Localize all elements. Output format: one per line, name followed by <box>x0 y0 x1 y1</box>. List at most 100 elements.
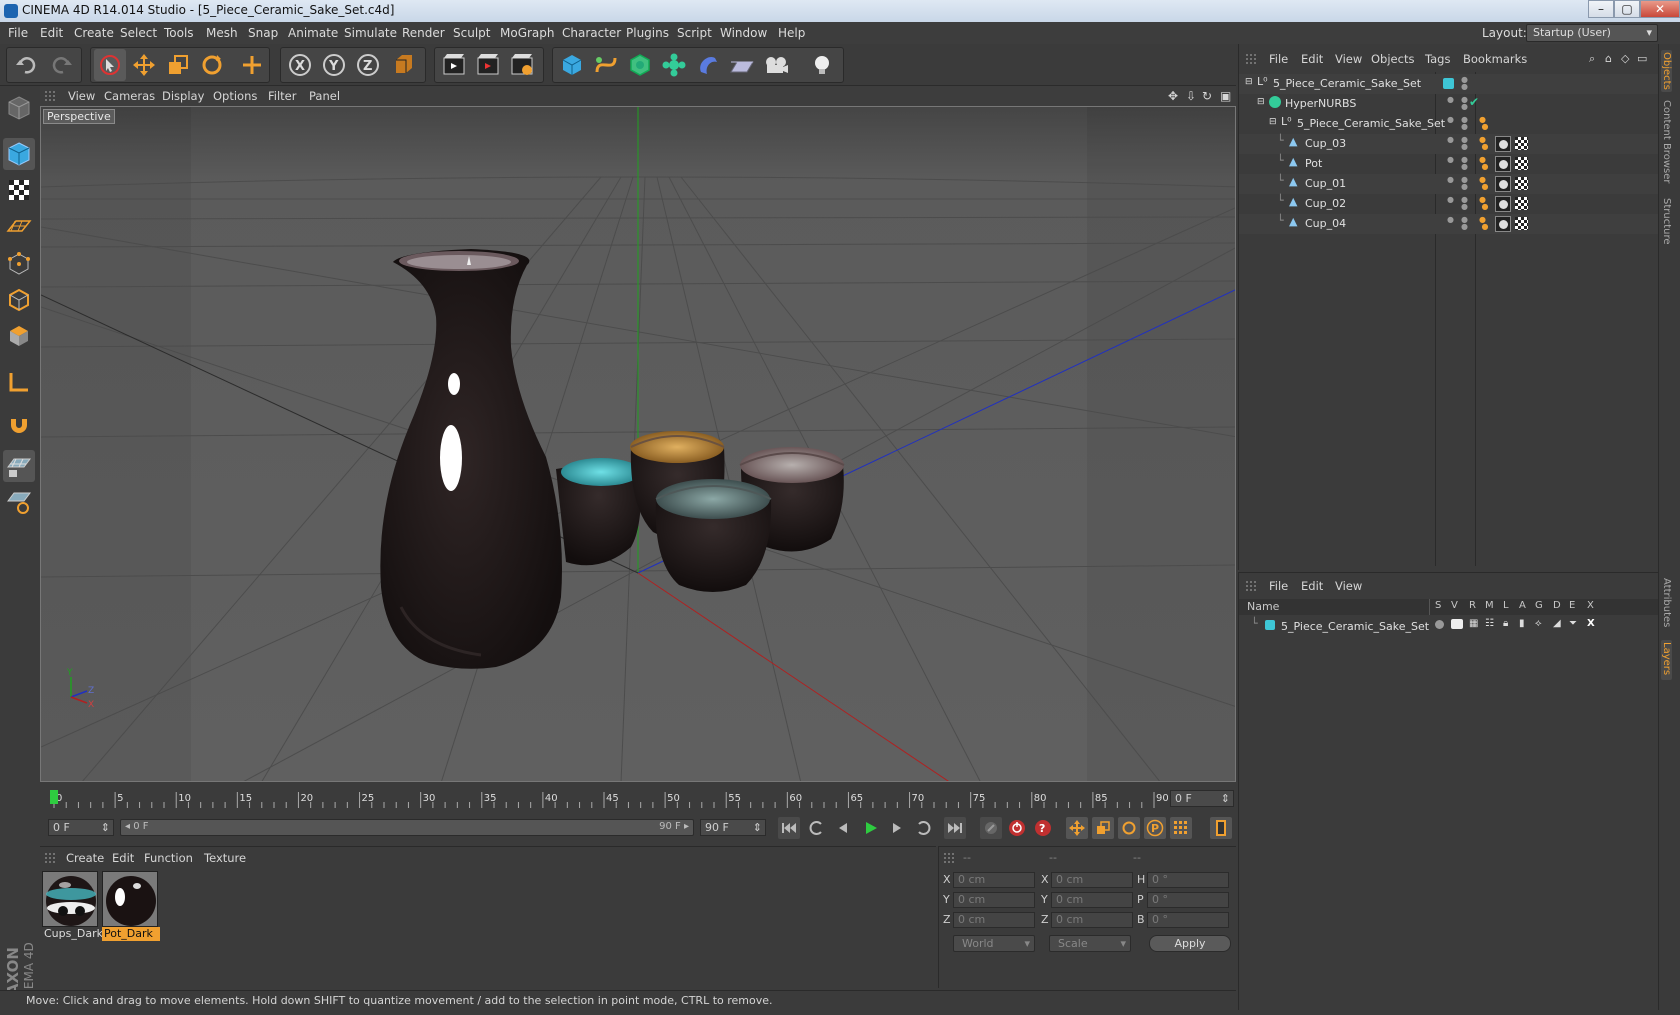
move-tool-icon[interactable] <box>128 49 160 81</box>
menu-file[interactable]: File <box>8 26 28 40</box>
scale-tool-icon[interactable] <box>162 49 194 81</box>
material-tag-icon[interactable] <box>1495 216 1511 232</box>
phong-tag-icon[interactable]: ● ● <box>1479 176 1489 191</box>
rotate-tool-icon[interactable] <box>196 49 228 81</box>
column-locked[interactable]: L <box>1503 600 1509 611</box>
collapse-toggle-icon[interactable]: ⊟ <box>1245 77 1253 87</box>
tab-layers[interactable]: Layers <box>1661 640 1672 680</box>
eye-icon[interactable] <box>1451 619 1463 629</box>
menu-plugins[interactable]: Plugins <box>626 26 669 40</box>
texture-tag-icon[interactable] <box>1515 197 1528 210</box>
polygons-mode-icon[interactable] <box>3 320 35 352</box>
next-frame-icon[interactable] <box>886 817 908 839</box>
texture-tag-icon[interactable] <box>1515 137 1528 150</box>
visibility-dots[interactable]: ● ● <box>1461 116 1468 131</box>
render-view-icon[interactable] <box>438 49 470 81</box>
column-solo[interactable]: S <box>1435 600 1441 611</box>
cube-primitive-icon[interactable] <box>556 49 588 81</box>
orbit-icon[interactable]: ↻ <box>1202 89 1212 103</box>
play-icon[interactable] <box>860 817 882 839</box>
size-y-field[interactable]: 0 cm <box>1051 892 1133 908</box>
object-menu-tags[interactable]: Tags <box>1425 52 1450 66</box>
column-manager[interactable]: M <box>1485 600 1494 611</box>
object-row[interactable]: └ ▲ Cup_03 ● ● ● ● ● <box>1239 134 1659 154</box>
material-menu-function[interactable]: Function <box>144 851 193 865</box>
next-key-icon[interactable] <box>912 817 934 839</box>
render-settings-icon[interactable] <box>506 49 538 81</box>
material-swatch-pot-dark[interactable]: Pot_Dark <box>102 871 160 943</box>
visibility-dots[interactable]: ● <box>1447 136 1454 144</box>
layer-color-swatch[interactable] <box>1265 620 1275 630</box>
texture-tag-icon[interactable] <box>1515 177 1528 190</box>
workplane-mode-icon[interactable] <box>3 210 35 242</box>
go-to-end-icon[interactable] <box>944 817 966 839</box>
collapse-toggle-icon[interactable]: ⊟ <box>1269 117 1277 127</box>
viewport-menu-panel[interactable]: Panel <box>309 89 340 103</box>
light-icon[interactable] <box>806 49 838 81</box>
timeline-window-icon[interactable] <box>1210 817 1232 839</box>
go-to-start-icon[interactable] <box>778 817 800 839</box>
tab-objects[interactable]: Objects <box>1661 50 1672 92</box>
xref-icon[interactable]: X <box>1587 618 1595 629</box>
generator-icon[interactable]: ⟡ <box>1535 618 1542 629</box>
phong-tag-icon[interactable]: ● ● <box>1479 136 1489 151</box>
keyframe-selection-icon[interactable] <box>980 817 1002 839</box>
tag-dots-icon[interactable]: ● ● <box>1479 116 1489 131</box>
menu-character[interactable]: Character <box>562 26 621 40</box>
timeline-playhead[interactable] <box>50 790 58 804</box>
live-selection-icon[interactable] <box>94 49 126 81</box>
position-x-field[interactable]: 0 cm <box>953 872 1035 888</box>
lock-icon[interactable]: 🔒︎ <box>1503 618 1508 629</box>
column-xref[interactable]: X <box>1587 600 1594 611</box>
x-axis-lock-icon[interactable]: X <box>284 49 316 81</box>
y-axis-lock-icon[interactable]: Y <box>318 49 350 81</box>
pan-icon[interactable]: ✥ <box>1168 89 1178 103</box>
object-row[interactable]: └ ▲ Cup_02 ● ● ● ● ● <box>1239 194 1659 214</box>
z-axis-lock-icon[interactable]: Z <box>352 49 384 81</box>
texture-tag-icon[interactable] <box>1515 217 1528 230</box>
timeline-ruler[interactable]: 0 5 10 15 20 25 30 35 40 45 50 55 60 65 70 75 80 85 90 0 F… <box>40 784 1236 814</box>
menu-window[interactable]: Window <box>720 26 767 40</box>
key-parameter-icon[interactable]: P <box>1144 817 1166 839</box>
object-row[interactable]: ⊟ L⁰ 5_Piece_Ceramic_Sake_Set ● ● <box>1239 74 1659 94</box>
object-menu-file[interactable]: File <box>1269 52 1288 66</box>
dolly-icon[interactable]: ⇩ <box>1186 89 1196 103</box>
visibility-dots[interactable]: ● ● <box>1461 176 1468 191</box>
texture-mode-icon[interactable] <box>3 174 35 206</box>
coordinate-system-icon[interactable] <box>388 49 420 81</box>
key-scale-icon[interactable] <box>1092 817 1114 839</box>
camera-icon[interactable] <box>760 49 792 81</box>
tab-attributes[interactable]: Attributes <box>1661 578 1672 634</box>
tab-structure[interactable]: Structure <box>1661 198 1672 248</box>
visibility-dots[interactable]: ● <box>1447 96 1454 104</box>
column-deformers[interactable]: D <box>1553 600 1561 611</box>
render-icon[interactable]: ▦ <box>1469 618 1478 629</box>
viewport-menu-view[interactable]: View <box>68 89 95 103</box>
rotation-h-field[interactable]: 0 ° <box>1147 872 1229 888</box>
layer-menu-edit[interactable]: Edit <box>1301 579 1323 593</box>
maximize-button[interactable]: ▢ <box>1614 0 1640 18</box>
column-render[interactable]: R <box>1469 600 1476 611</box>
key-rotation-icon[interactable] <box>1118 817 1140 839</box>
material-menu-edit[interactable]: Edit <box>112 851 134 865</box>
layout-dropdown[interactable]: Startup (User) ▾ <box>1526 24 1658 42</box>
menu-script[interactable]: Script <box>677 26 712 40</box>
visibility-dots[interactable]: ● ● <box>1461 156 1468 171</box>
object-row[interactable]: ⊟ HyperNURBS ● ● ● ✔ <box>1239 94 1659 114</box>
home-icon[interactable]: ⌂ <box>1605 52 1612 65</box>
render-picture-viewer-icon[interactable] <box>472 49 504 81</box>
column-expressions[interactable]: E <box>1569 600 1575 611</box>
workplane-lock-icon[interactable] <box>3 450 35 482</box>
previous-frame-icon[interactable] <box>832 817 854 839</box>
points-mode-icon[interactable] <box>3 248 35 280</box>
mograph-cloner-icon[interactable] <box>658 49 690 81</box>
visibility-dots[interactable]: ● ● <box>1461 136 1468 151</box>
visibility-dots[interactable]: ● <box>1447 216 1454 224</box>
key-position-icon[interactable] <box>1066 817 1088 839</box>
menu-animate[interactable]: Animate <box>288 26 338 40</box>
autokey-icon[interactable]: ? <box>1032 817 1054 839</box>
close-button[interactable]: ✕ <box>1640 0 1680 18</box>
visibility-dots[interactable]: ● <box>1447 176 1454 184</box>
search-icon[interactable]: ⌕ <box>1589 52 1595 66</box>
object-menu-edit[interactable]: Edit <box>1301 52 1323 66</box>
